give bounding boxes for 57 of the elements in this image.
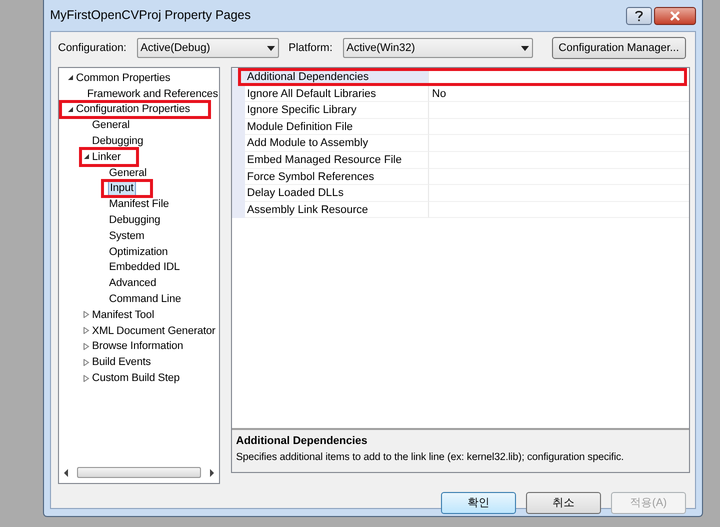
tree-item[interactable]: Common Properties xyxy=(75,70,172,85)
expanded-arrow-icon[interactable] xyxy=(66,106,74,113)
tree-item[interactable]: Framework and References xyxy=(86,86,219,101)
property-name[interactable]: Embed Managed Resource File xyxy=(245,152,429,169)
property-name[interactable]: Module Definition File xyxy=(245,118,429,136)
close-icon xyxy=(669,10,681,20)
property-name[interactable]: Delay Loaded DLLs xyxy=(245,185,429,202)
expanded-arrow-icon[interactable] xyxy=(66,74,74,82)
description-text: Specifies additional items to add to the link line (ex: kernel32.lib); configuration specific. xyxy=(236,450,625,464)
property-name[interactable]: Ignore All Default Libraries xyxy=(245,86,429,102)
tree-item[interactable]: Build Events xyxy=(91,355,152,370)
scrollbar-thumb[interactable] xyxy=(77,467,201,478)
property-value[interactable]: No xyxy=(429,86,689,102)
tree-item[interactable]: Debugging xyxy=(108,213,162,228)
property-name[interactable]: Ignore Specific Library xyxy=(245,102,429,119)
help-button[interactable] xyxy=(626,6,652,24)
question-mark-icon xyxy=(634,10,644,22)
tree-item[interactable]: Linker xyxy=(91,150,122,164)
tree-item[interactable]: Debugging xyxy=(91,134,144,148)
dropdown-arrow-icon xyxy=(266,46,274,50)
tree-item[interactable]: General xyxy=(91,118,131,132)
tree-item[interactable]: Browse Information xyxy=(91,339,184,354)
collapsed-arrow-icon[interactable] xyxy=(82,327,90,334)
tree-item[interactable]: Embedded IDL xyxy=(108,260,181,274)
tree-item[interactable]: XML Document Generator xyxy=(91,324,216,338)
property-name[interactable]: Add Module to Assembly xyxy=(245,135,429,152)
close-button[interactable] xyxy=(654,6,696,24)
dialog-button[interactable]: 확인 xyxy=(441,492,516,514)
dropdown-arrow-icon xyxy=(520,46,529,50)
tree-item[interactable]: Manifest Tool xyxy=(91,308,156,322)
property-name[interactable]: Force Symbol References xyxy=(245,168,429,186)
row-header xyxy=(232,86,245,102)
platform-dropdown[interactable]: Active(Win32) xyxy=(342,38,533,58)
scroll-right-icon[interactable] xyxy=(209,468,215,476)
collapsed-arrow-icon[interactable] xyxy=(82,311,90,318)
collapsed-arrow-icon[interactable] xyxy=(82,358,90,366)
tree-item[interactable]: System xyxy=(108,228,146,243)
tree-item[interactable]: Manifest File xyxy=(108,197,170,212)
tree-item[interactable]: Advanced xyxy=(108,276,158,290)
tree-item[interactable]: General xyxy=(108,166,148,180)
tree-item[interactable]: Configuration Properties xyxy=(75,102,192,116)
configuration-dropdown[interactable]: Active(Debug) xyxy=(136,38,278,58)
tree-item[interactable]: Custom Build Step xyxy=(91,371,181,386)
platform-label: Platform: xyxy=(288,40,333,56)
row-header xyxy=(232,202,245,218)
property-name[interactable]: Assembly Link Resource xyxy=(245,202,429,218)
collapsed-arrow-icon[interactable] xyxy=(82,374,90,382)
expanded-arrow-icon[interactable] xyxy=(82,153,90,160)
tree-item[interactable]: Command Line xyxy=(108,292,182,306)
window-title: MyFirstOpenCVProj Property Pages xyxy=(50,7,252,24)
collapsed-arrow-icon[interactable] xyxy=(82,342,90,350)
tree-item[interactable]: Optimization xyxy=(108,244,169,259)
scroll-left-icon[interactable] xyxy=(63,468,69,476)
dialog-button[interactable]: 취소 xyxy=(526,492,601,514)
configuration-manager-button[interactable]: Configuration Manager... xyxy=(552,37,686,59)
description-title: Additional Dependencies xyxy=(236,434,368,449)
configuration-label: Configuration: xyxy=(58,40,126,56)
